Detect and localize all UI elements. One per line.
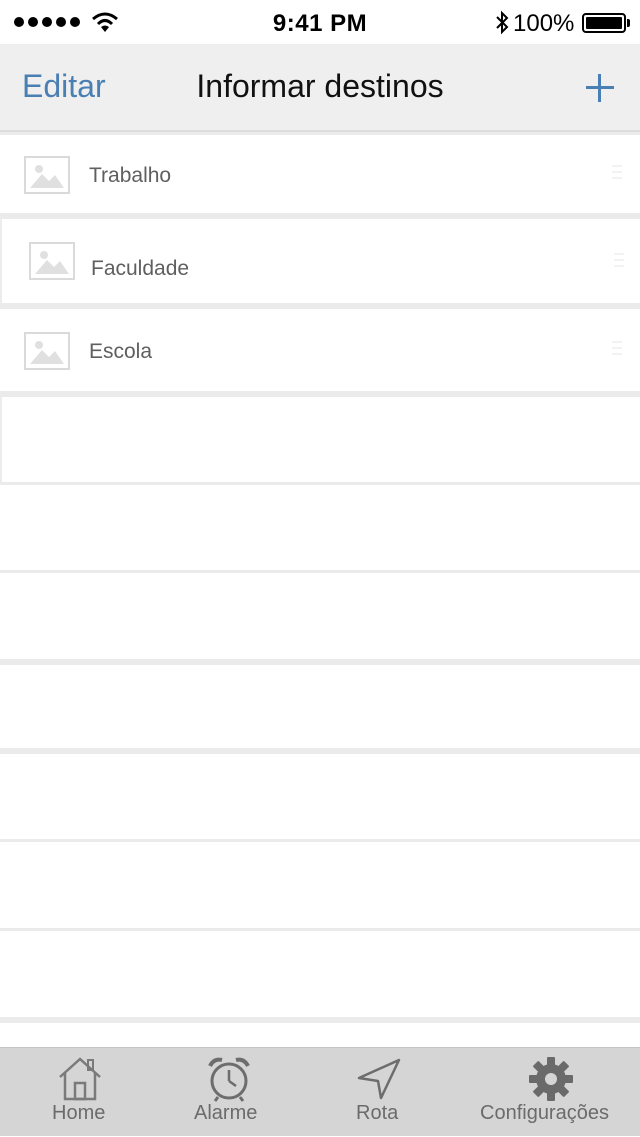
tab-home[interactable]: Home	[40, 1048, 120, 1137]
empty-list-row	[0, 751, 640, 842]
home-icon	[59, 1057, 101, 1101]
list-item[interactable]: Escola	[0, 306, 640, 394]
empty-list-row	[0, 1020, 640, 1047]
page-title: Informar destinos	[196, 68, 444, 104]
tab-label: Home	[52, 1102, 106, 1124]
list-item[interactable]: Trabalho	[0, 132, 640, 216]
image-placeholder-icon	[29, 242, 75, 280]
battery-tip	[627, 19, 630, 27]
tab-label: Configurações	[480, 1102, 609, 1124]
tab-route[interactable]: Rota	[340, 1048, 420, 1137]
list-item-label: Trabalho	[89, 164, 172, 187]
battery-icon	[582, 13, 626, 33]
list-item-label: Faculdade	[91, 257, 190, 280]
bluetooth-icon	[496, 10, 509, 35]
image-placeholder-icon	[24, 156, 70, 194]
tab-alarm[interactable]: Alarme	[188, 1048, 268, 1137]
navigation-bar: Editar Informar destinos	[0, 44, 640, 132]
alarm-clock-icon	[208, 1057, 250, 1102]
reorder-handle-icon[interactable]	[612, 337, 624, 367]
empty-list-row	[0, 662, 640, 751]
tab-label: Alarme	[194, 1102, 258, 1124]
gear-icon	[529, 1057, 573, 1101]
tab-settings[interactable]: Configurações	[476, 1048, 632, 1137]
reorder-handle-icon[interactable]	[612, 161, 624, 191]
navigation-arrow-icon	[357, 1058, 401, 1100]
tab-label: Rota	[356, 1102, 399, 1124]
image-placeholder-icon	[24, 332, 70, 370]
plus-icon[interactable]	[584, 72, 616, 104]
tab-bar: Home Alarme Rota Configurações	[0, 1047, 640, 1136]
empty-list-row	[0, 570, 640, 662]
empty-list-row	[0, 928, 640, 1020]
status-bar: 9:41 PM 100%	[0, 0, 640, 44]
list-item-label: Escola	[89, 340, 153, 363]
reorder-handle-icon[interactable]	[614, 249, 626, 279]
battery-percentage: 100%	[513, 10, 575, 37]
list-item[interactable]: Faculdade	[0, 216, 640, 306]
destinations-list[interactable]: Trabalho Faculdade Escola	[0, 132, 640, 1047]
empty-list-row	[0, 394, 640, 485]
